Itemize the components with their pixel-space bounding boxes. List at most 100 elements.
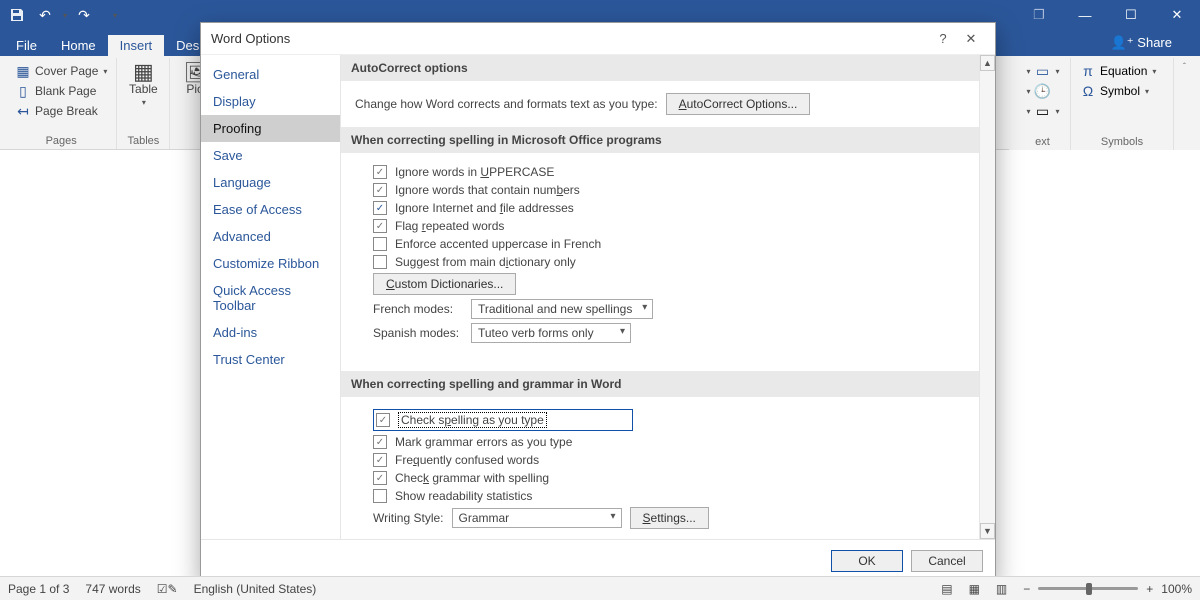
nav-general[interactable]: General — [201, 61, 340, 88]
status-words[interactable]: 747 words — [85, 582, 140, 596]
section-office-spelling-head: When correcting spelling in Microsoft Of… — [341, 127, 979, 153]
nav-trust-center[interactable]: Trust Center — [201, 346, 340, 373]
read-mode-icon[interactable]: ▤ — [941, 582, 952, 596]
qat-customize-chevron-icon[interactable]: ▾ — [113, 11, 117, 20]
autocorrect-options-button[interactable]: AutoCorrect Options... — [666, 93, 811, 115]
nav-advanced[interactable]: Advanced — [201, 223, 340, 250]
section-autocorrect-head: AutoCorrect options — [341, 55, 979, 81]
cb-ignore-internet-label: Ignore Internet and file addresses — [395, 201, 574, 215]
zoom-control: − + 100% — [1023, 582, 1192, 596]
tab-file[interactable]: File — [4, 35, 49, 56]
spanish-modes-label: Spanish modes: — [373, 326, 463, 340]
dialog-title: Word Options — [211, 31, 290, 46]
collapse-ribbon-icon[interactable]: ˆ — [1183, 62, 1186, 71]
group-symbols: πEquation▾ ΩSymbol▾ Symbols — [1071, 58, 1174, 150]
cb-check-spelling-row: Check spelling as you type — [373, 409, 633, 431]
object-icon: ▭ — [1035, 103, 1051, 119]
nav-customize-ribbon[interactable]: Customize Ribbon — [201, 250, 340, 277]
redo-button[interactable]: ↷ — [73, 4, 95, 26]
cb-grammar-with-spelling[interactable] — [373, 471, 387, 485]
dialog-footer: OK Cancel — [201, 539, 995, 581]
cancel-button[interactable]: Cancel — [911, 550, 983, 572]
dialog-close-button[interactable]: ✕ — [957, 25, 985, 53]
status-language[interactable]: English (United States) — [194, 582, 317, 596]
nav-quick-access-toolbar[interactable]: Quick Access Toolbar — [201, 277, 340, 319]
cb-ignore-internet[interactable] — [373, 201, 387, 215]
equation-button[interactable]: πEquation▾ — [1077, 62, 1167, 80]
cb-readability-label: Show readability statistics — [395, 489, 532, 503]
writing-style-select[interactable]: Grammar — [452, 508, 622, 528]
zoom-in-button[interactable]: + — [1146, 582, 1153, 596]
dialog-main: AutoCorrect options Change how Word corr… — [341, 55, 995, 539]
text-item-2[interactable]: ▾ 🕒 — [1022, 82, 1062, 100]
cb-flag-repeated-label: Flag repeated words — [395, 219, 504, 233]
web-layout-icon[interactable]: ▥ — [996, 582, 1007, 596]
minimize-button[interactable]: — — [1062, 0, 1108, 30]
group-tables: ▦ Table ▾ Tables — [117, 58, 170, 149]
nav-save[interactable]: Save — [201, 142, 340, 169]
blank-page-icon: ▯ — [15, 83, 31, 99]
text-item-3[interactable]: ▾ ▭▾ — [1022, 102, 1062, 120]
close-button[interactable]: ✕ — [1154, 0, 1200, 30]
nav-display[interactable]: Display — [201, 88, 340, 115]
nav-ease-of-access[interactable]: Ease of Access — [201, 196, 340, 223]
nav-add-ins[interactable]: Add-ins — [201, 319, 340, 346]
scroll-up-icon[interactable]: ▲ — [980, 55, 995, 71]
nav-proofing[interactable]: Proofing — [201, 115, 340, 142]
autocorrect-desc: Change how Word corrects and formats tex… — [355, 97, 658, 111]
group-tables-label: Tables — [127, 135, 159, 149]
window-buttons: ❐ — ☐ ✕ — [1016, 0, 1200, 30]
blank-page-button[interactable]: ▯Blank Page — [12, 82, 110, 100]
equation-icon: π — [1080, 63, 1096, 79]
group-text-label: ext — [1035, 136, 1050, 150]
status-page[interactable]: Page 1 of 3 — [8, 582, 69, 596]
share-button[interactable]: 👤⁺ Share — [1101, 35, 1182, 56]
custom-dictionaries-button[interactable]: Custom Dictionaries... — [373, 273, 516, 295]
dialog-help-button[interactable]: ? — [929, 25, 957, 53]
zoom-slider[interactable] — [1038, 587, 1138, 590]
maximize-button[interactable]: ☐ — [1108, 0, 1154, 30]
text-item-1[interactable]: ▾ ▭▾ — [1022, 62, 1062, 80]
french-modes-select[interactable]: Traditional and new spellings — [471, 299, 653, 319]
tab-home[interactable]: Home — [49, 35, 108, 56]
tab-insert[interactable]: Insert — [108, 35, 165, 56]
status-bar: Page 1 of 3 747 words ☑✎ English (United… — [0, 576, 1200, 600]
cb-flag-repeated[interactable] — [373, 219, 387, 233]
spanish-modes-select[interactable]: Tuteo verb forms only — [471, 323, 631, 343]
date-time-icon: 🕒 — [1035, 83, 1051, 99]
save-icon[interactable] — [6, 4, 28, 26]
ok-button[interactable]: OK — [831, 550, 903, 572]
cover-page-button[interactable]: ▦Cover Page▾ — [12, 62, 110, 80]
undo-more-chevron-icon[interactable]: ▾ — [63, 11, 67, 20]
group-text-partial: ▾ ▭▾ ▾ 🕒 ▾ ▭▾ ext — [1015, 58, 1071, 150]
zoom-percent[interactable]: 100% — [1161, 582, 1192, 596]
cb-ignore-numbers[interactable] — [373, 183, 387, 197]
settings-button[interactable]: Settings... — [630, 507, 709, 529]
zoom-out-button[interactable]: − — [1023, 582, 1030, 596]
cb-suggest-main-dict[interactable] — [373, 255, 387, 269]
nav-language[interactable]: Language — [201, 169, 340, 196]
dialog-scrollbar[interactable]: ▲ ▼ — [979, 55, 995, 539]
cb-french-uppercase-label: Enforce accented uppercase in French — [395, 237, 601, 251]
cb-check-spelling[interactable] — [376, 413, 390, 427]
group-symbols-label: Symbols — [1101, 136, 1143, 150]
cb-french-uppercase[interactable] — [373, 237, 387, 251]
spellcheck-icon[interactable]: ☑✎ — [157, 582, 178, 596]
page-break-button[interactable]: ↤Page Break — [12, 102, 110, 120]
symbol-button[interactable]: ΩSymbol▾ — [1077, 82, 1167, 100]
symbol-icon: Ω — [1080, 83, 1096, 99]
table-button[interactable]: ▦ Table ▾ — [123, 62, 163, 109]
cb-grammar-with-spelling-label: Check grammar with spelling — [395, 471, 549, 485]
writing-style-label: Writing Style: — [373, 511, 444, 525]
ribbon-display-options-icon[interactable]: ❐ — [1016, 0, 1062, 30]
print-layout-icon[interactable]: ▦ — [969, 582, 980, 596]
cb-ignore-numbers-label: Ignore words that contain numbers — [395, 183, 580, 197]
undo-button[interactable]: ↶ — [34, 4, 56, 26]
cb-readability[interactable] — [373, 489, 387, 503]
ribbon-collapse[interactable]: ˆ — [1174, 58, 1194, 150]
scroll-down-icon[interactable]: ▼ — [980, 523, 995, 539]
cb-ignore-uppercase[interactable] — [373, 165, 387, 179]
cb-confused-words[interactable] — [373, 453, 387, 467]
cb-mark-grammar[interactable] — [373, 435, 387, 449]
cb-suggest-main-dict-label: Suggest from main dictionary only — [395, 255, 576, 269]
